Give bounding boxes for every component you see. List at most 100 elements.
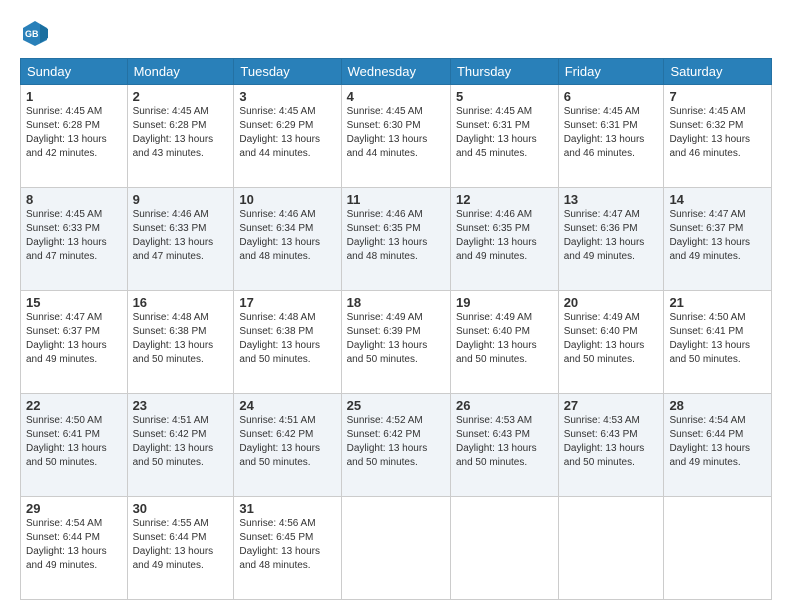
day-number: 10	[239, 192, 335, 207]
col-tuesday: Tuesday	[234, 59, 341, 85]
day-info: Sunrise: 4:53 AMSunset: 6:43 PMDaylight:…	[564, 415, 645, 468]
day-number: 22	[26, 398, 122, 413]
calendar-cell: 3 Sunrise: 4:45 AMSunset: 6:29 PMDayligh…	[234, 85, 341, 188]
day-number: 4	[347, 89, 445, 104]
svg-text:GB: GB	[25, 29, 39, 39]
logo-icon: GB	[20, 18, 50, 48]
calendar-cell: 7 Sunrise: 4:45 AMSunset: 6:32 PMDayligh…	[664, 85, 772, 188]
day-number: 30	[133, 501, 229, 516]
day-info: Sunrise: 4:54 AMSunset: 6:44 PMDaylight:…	[26, 518, 107, 571]
day-number: 3	[239, 89, 335, 104]
day-info: Sunrise: 4:49 AMSunset: 6:39 PMDaylight:…	[347, 312, 428, 365]
day-info: Sunrise: 4:45 AMSunset: 6:33 PMDaylight:…	[26, 209, 107, 262]
day-info: Sunrise: 4:54 AMSunset: 6:44 PMDaylight:…	[669, 415, 750, 468]
day-number: 29	[26, 501, 122, 516]
day-info: Sunrise: 4:47 AMSunset: 6:37 PMDaylight:…	[26, 312, 107, 365]
day-number: 5	[456, 89, 553, 104]
calendar-cell: 6 Sunrise: 4:45 AMSunset: 6:31 PMDayligh…	[558, 85, 664, 188]
day-number: 17	[239, 295, 335, 310]
day-number: 21	[669, 295, 766, 310]
day-info: Sunrise: 4:51 AMSunset: 6:42 PMDaylight:…	[133, 415, 214, 468]
calendar-cell: 20 Sunrise: 4:49 AMSunset: 6:40 PMDaylig…	[558, 291, 664, 394]
day-info: Sunrise: 4:45 AMSunset: 6:30 PMDaylight:…	[347, 106, 428, 159]
day-info: Sunrise: 4:46 AMSunset: 6:34 PMDaylight:…	[239, 209, 320, 262]
col-saturday: Saturday	[664, 59, 772, 85]
day-info: Sunrise: 4:45 AMSunset: 6:31 PMDaylight:…	[564, 106, 645, 159]
day-number: 16	[133, 295, 229, 310]
calendar-cell: 30 Sunrise: 4:55 AMSunset: 6:44 PMDaylig…	[127, 497, 234, 600]
calendar-cell: 25 Sunrise: 4:52 AMSunset: 6:42 PMDaylig…	[341, 394, 450, 497]
day-number: 18	[347, 295, 445, 310]
header-row: Sunday Monday Tuesday Wednesday Thursday…	[21, 59, 772, 85]
day-info: Sunrise: 4:52 AMSunset: 6:42 PMDaylight:…	[347, 415, 428, 468]
day-info: Sunrise: 4:48 AMSunset: 6:38 PMDaylight:…	[133, 312, 214, 365]
day-number: 13	[564, 192, 659, 207]
day-number: 1	[26, 89, 122, 104]
calendar-cell: 18 Sunrise: 4:49 AMSunset: 6:39 PMDaylig…	[341, 291, 450, 394]
calendar-table: Sunday Monday Tuesday Wednesday Thursday…	[20, 58, 772, 600]
day-number: 27	[564, 398, 659, 413]
page: GB Sunday Monday Tuesday Wednesday Thurs…	[0, 0, 792, 612]
day-number: 7	[669, 89, 766, 104]
day-info: Sunrise: 4:46 AMSunset: 6:35 PMDaylight:…	[456, 209, 537, 262]
day-number: 26	[456, 398, 553, 413]
day-info: Sunrise: 4:47 AMSunset: 6:36 PMDaylight:…	[564, 209, 645, 262]
day-info: Sunrise: 4:50 AMSunset: 6:41 PMDaylight:…	[669, 312, 750, 365]
calendar-cell	[341, 497, 450, 600]
day-info: Sunrise: 4:45 AMSunset: 6:32 PMDaylight:…	[669, 106, 750, 159]
day-info: Sunrise: 4:56 AMSunset: 6:45 PMDaylight:…	[239, 518, 320, 571]
calendar-cell	[558, 497, 664, 600]
calendar-cell: 19 Sunrise: 4:49 AMSunset: 6:40 PMDaylig…	[450, 291, 558, 394]
day-number: 9	[133, 192, 229, 207]
col-monday: Monday	[127, 59, 234, 85]
day-number: 6	[564, 89, 659, 104]
week-row-1: 1 Sunrise: 4:45 AMSunset: 6:28 PMDayligh…	[21, 85, 772, 188]
calendar-cell: 27 Sunrise: 4:53 AMSunset: 6:43 PMDaylig…	[558, 394, 664, 497]
week-row-4: 22 Sunrise: 4:50 AMSunset: 6:41 PMDaylig…	[21, 394, 772, 497]
col-wednesday: Wednesday	[341, 59, 450, 85]
day-info: Sunrise: 4:50 AMSunset: 6:41 PMDaylight:…	[26, 415, 107, 468]
day-info: Sunrise: 4:49 AMSunset: 6:40 PMDaylight:…	[456, 312, 537, 365]
calendar-cell: 4 Sunrise: 4:45 AMSunset: 6:30 PMDayligh…	[341, 85, 450, 188]
calendar-cell: 16 Sunrise: 4:48 AMSunset: 6:38 PMDaylig…	[127, 291, 234, 394]
calendar-cell: 24 Sunrise: 4:51 AMSunset: 6:42 PMDaylig…	[234, 394, 341, 497]
calendar-cell	[450, 497, 558, 600]
day-number: 25	[347, 398, 445, 413]
calendar-cell: 13 Sunrise: 4:47 AMSunset: 6:36 PMDaylig…	[558, 188, 664, 291]
day-number: 19	[456, 295, 553, 310]
calendar-cell: 23 Sunrise: 4:51 AMSunset: 6:42 PMDaylig…	[127, 394, 234, 497]
col-friday: Friday	[558, 59, 664, 85]
day-number: 11	[347, 192, 445, 207]
calendar-cell: 29 Sunrise: 4:54 AMSunset: 6:44 PMDaylig…	[21, 497, 128, 600]
day-info: Sunrise: 4:45 AMSunset: 6:28 PMDaylight:…	[133, 106, 214, 159]
calendar-cell: 2 Sunrise: 4:45 AMSunset: 6:28 PMDayligh…	[127, 85, 234, 188]
col-thursday: Thursday	[450, 59, 558, 85]
day-number: 31	[239, 501, 335, 516]
calendar-cell: 21 Sunrise: 4:50 AMSunset: 6:41 PMDaylig…	[664, 291, 772, 394]
calendar-cell: 1 Sunrise: 4:45 AMSunset: 6:28 PMDayligh…	[21, 85, 128, 188]
day-info: Sunrise: 4:49 AMSunset: 6:40 PMDaylight:…	[564, 312, 645, 365]
day-number: 8	[26, 192, 122, 207]
day-info: Sunrise: 4:53 AMSunset: 6:43 PMDaylight:…	[456, 415, 537, 468]
calendar-cell	[664, 497, 772, 600]
calendar-cell: 15 Sunrise: 4:47 AMSunset: 6:37 PMDaylig…	[21, 291, 128, 394]
week-row-2: 8 Sunrise: 4:45 AMSunset: 6:33 PMDayligh…	[21, 188, 772, 291]
calendar-cell: 12 Sunrise: 4:46 AMSunset: 6:35 PMDaylig…	[450, 188, 558, 291]
day-info: Sunrise: 4:48 AMSunset: 6:38 PMDaylight:…	[239, 312, 320, 365]
day-info: Sunrise: 4:45 AMSunset: 6:29 PMDaylight:…	[239, 106, 320, 159]
day-number: 20	[564, 295, 659, 310]
calendar-cell: 9 Sunrise: 4:46 AMSunset: 6:33 PMDayligh…	[127, 188, 234, 291]
calendar-cell: 10 Sunrise: 4:46 AMSunset: 6:34 PMDaylig…	[234, 188, 341, 291]
calendar-cell: 11 Sunrise: 4:46 AMSunset: 6:35 PMDaylig…	[341, 188, 450, 291]
day-info: Sunrise: 4:46 AMSunset: 6:35 PMDaylight:…	[347, 209, 428, 262]
day-number: 2	[133, 89, 229, 104]
calendar-cell: 31 Sunrise: 4:56 AMSunset: 6:45 PMDaylig…	[234, 497, 341, 600]
day-info: Sunrise: 4:45 AMSunset: 6:31 PMDaylight:…	[456, 106, 537, 159]
day-number: 12	[456, 192, 553, 207]
day-number: 28	[669, 398, 766, 413]
calendar-cell: 22 Sunrise: 4:50 AMSunset: 6:41 PMDaylig…	[21, 394, 128, 497]
day-number: 24	[239, 398, 335, 413]
calendar-cell: 26 Sunrise: 4:53 AMSunset: 6:43 PMDaylig…	[450, 394, 558, 497]
calendar-cell: 28 Sunrise: 4:54 AMSunset: 6:44 PMDaylig…	[664, 394, 772, 497]
calendar-cell: 5 Sunrise: 4:45 AMSunset: 6:31 PMDayligh…	[450, 85, 558, 188]
